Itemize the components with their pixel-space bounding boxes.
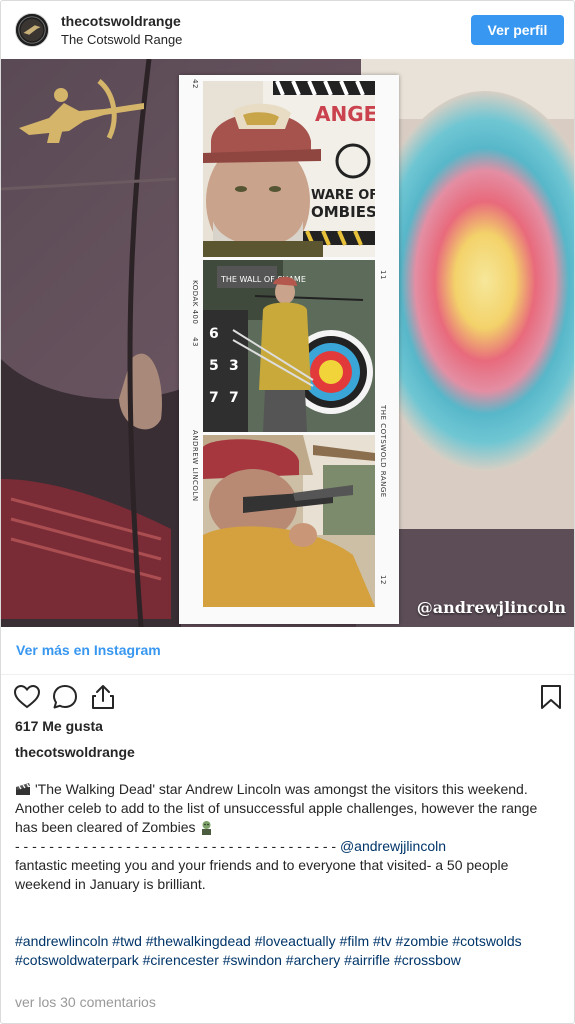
range-logo: [19, 79, 144, 143]
share-icon[interactable]: [89, 683, 117, 711]
photo-strip: 42 KODAK 400 43 ANDREW LINCOLN 11 THE CO…: [179, 75, 399, 624]
photo-frame-portrait: ANGER WARE OF OMBIES: [203, 81, 375, 257]
view-profile-button[interactable]: Ver perfil: [471, 15, 564, 45]
instagram-embed: thecotswoldrange The Cotswold Range Ver …: [0, 0, 575, 1024]
caption-author[interactable]: thecotswoldrange: [15, 744, 135, 760]
likes-count[interactable]: 617 Me gusta: [15, 718, 103, 734]
strip-number: 12: [379, 575, 387, 585]
caption-line: Another celeb to add to the list of unsu…: [15, 800, 538, 835]
comment-icon[interactable]: [51, 683, 79, 711]
caption-line: fantastic meeting you and your friends a…: [15, 857, 509, 892]
target-number: 5: [209, 358, 219, 374]
bookmark-icon[interactable]: [537, 683, 565, 711]
header-username[interactable]: thecotswoldrange: [61, 13, 181, 29]
photo-frame-rifle: [203, 435, 375, 607]
heart-icon[interactable]: [13, 683, 41, 711]
strip-name-label: ANDREW LINCOLN: [191, 430, 199, 502]
mention-link[interactable]: @andrewjjlincoln: [340, 838, 446, 854]
target-number: 6: [209, 326, 219, 342]
clapperboard-icon: [16, 783, 30, 795]
sign-text: WARE OF: [311, 188, 375, 203]
strip-number: 11: [379, 270, 387, 280]
caption-divider: - - - - - - - - - - - - - - - - - - - - …: [15, 838, 337, 854]
view-more-bar: Ver más en Instagram: [1, 627, 574, 675]
view-more-link[interactable]: Ver más en Instagram: [16, 642, 161, 658]
view-comments-link[interactable]: ver los 30 comentarios: [15, 994, 156, 1010]
sign-text: ANGER: [315, 102, 375, 126]
watermark-handle: @andrewjlincoln: [416, 598, 566, 617]
avatar[interactable]: [15, 13, 49, 47]
avatar-image: [16, 14, 48, 46]
zombie-emoji: [201, 821, 211, 835]
target-number: 3: [229, 358, 239, 374]
hashtags[interactable]: #andrewlincoln #twd #thewalkingdead #lov…: [15, 932, 563, 970]
action-bar: [1, 675, 574, 719]
post-caption: 'The Walking Dead' star Andrew Lincoln w…: [15, 780, 563, 894]
post-header: thecotswoldrange The Cotswold Range Ver …: [1, 1, 574, 59]
photo-frame-target: THE WALL OF SHAME 6 5 3 7 7: [203, 260, 375, 432]
sign-text: OMBIES: [311, 203, 375, 221]
target-number: 7: [229, 390, 239, 406]
header-full-name: The Cotswold Range: [61, 32, 183, 47]
strip-number: 43: [191, 337, 199, 347]
target-number: 7: [209, 390, 219, 406]
strip-kodak-label: KODAK 400: [191, 280, 199, 325]
strip-number: 42: [191, 79, 199, 89]
caption-line: 'The Walking Dead' star Andrew Lincoln w…: [35, 781, 528, 797]
strip-range-label: THE COTSWOLD RANGE: [379, 405, 387, 498]
post-image[interactable]: 42 KODAK 400 43 ANDREW LINCOLN 11 THE CO…: [1, 59, 574, 627]
